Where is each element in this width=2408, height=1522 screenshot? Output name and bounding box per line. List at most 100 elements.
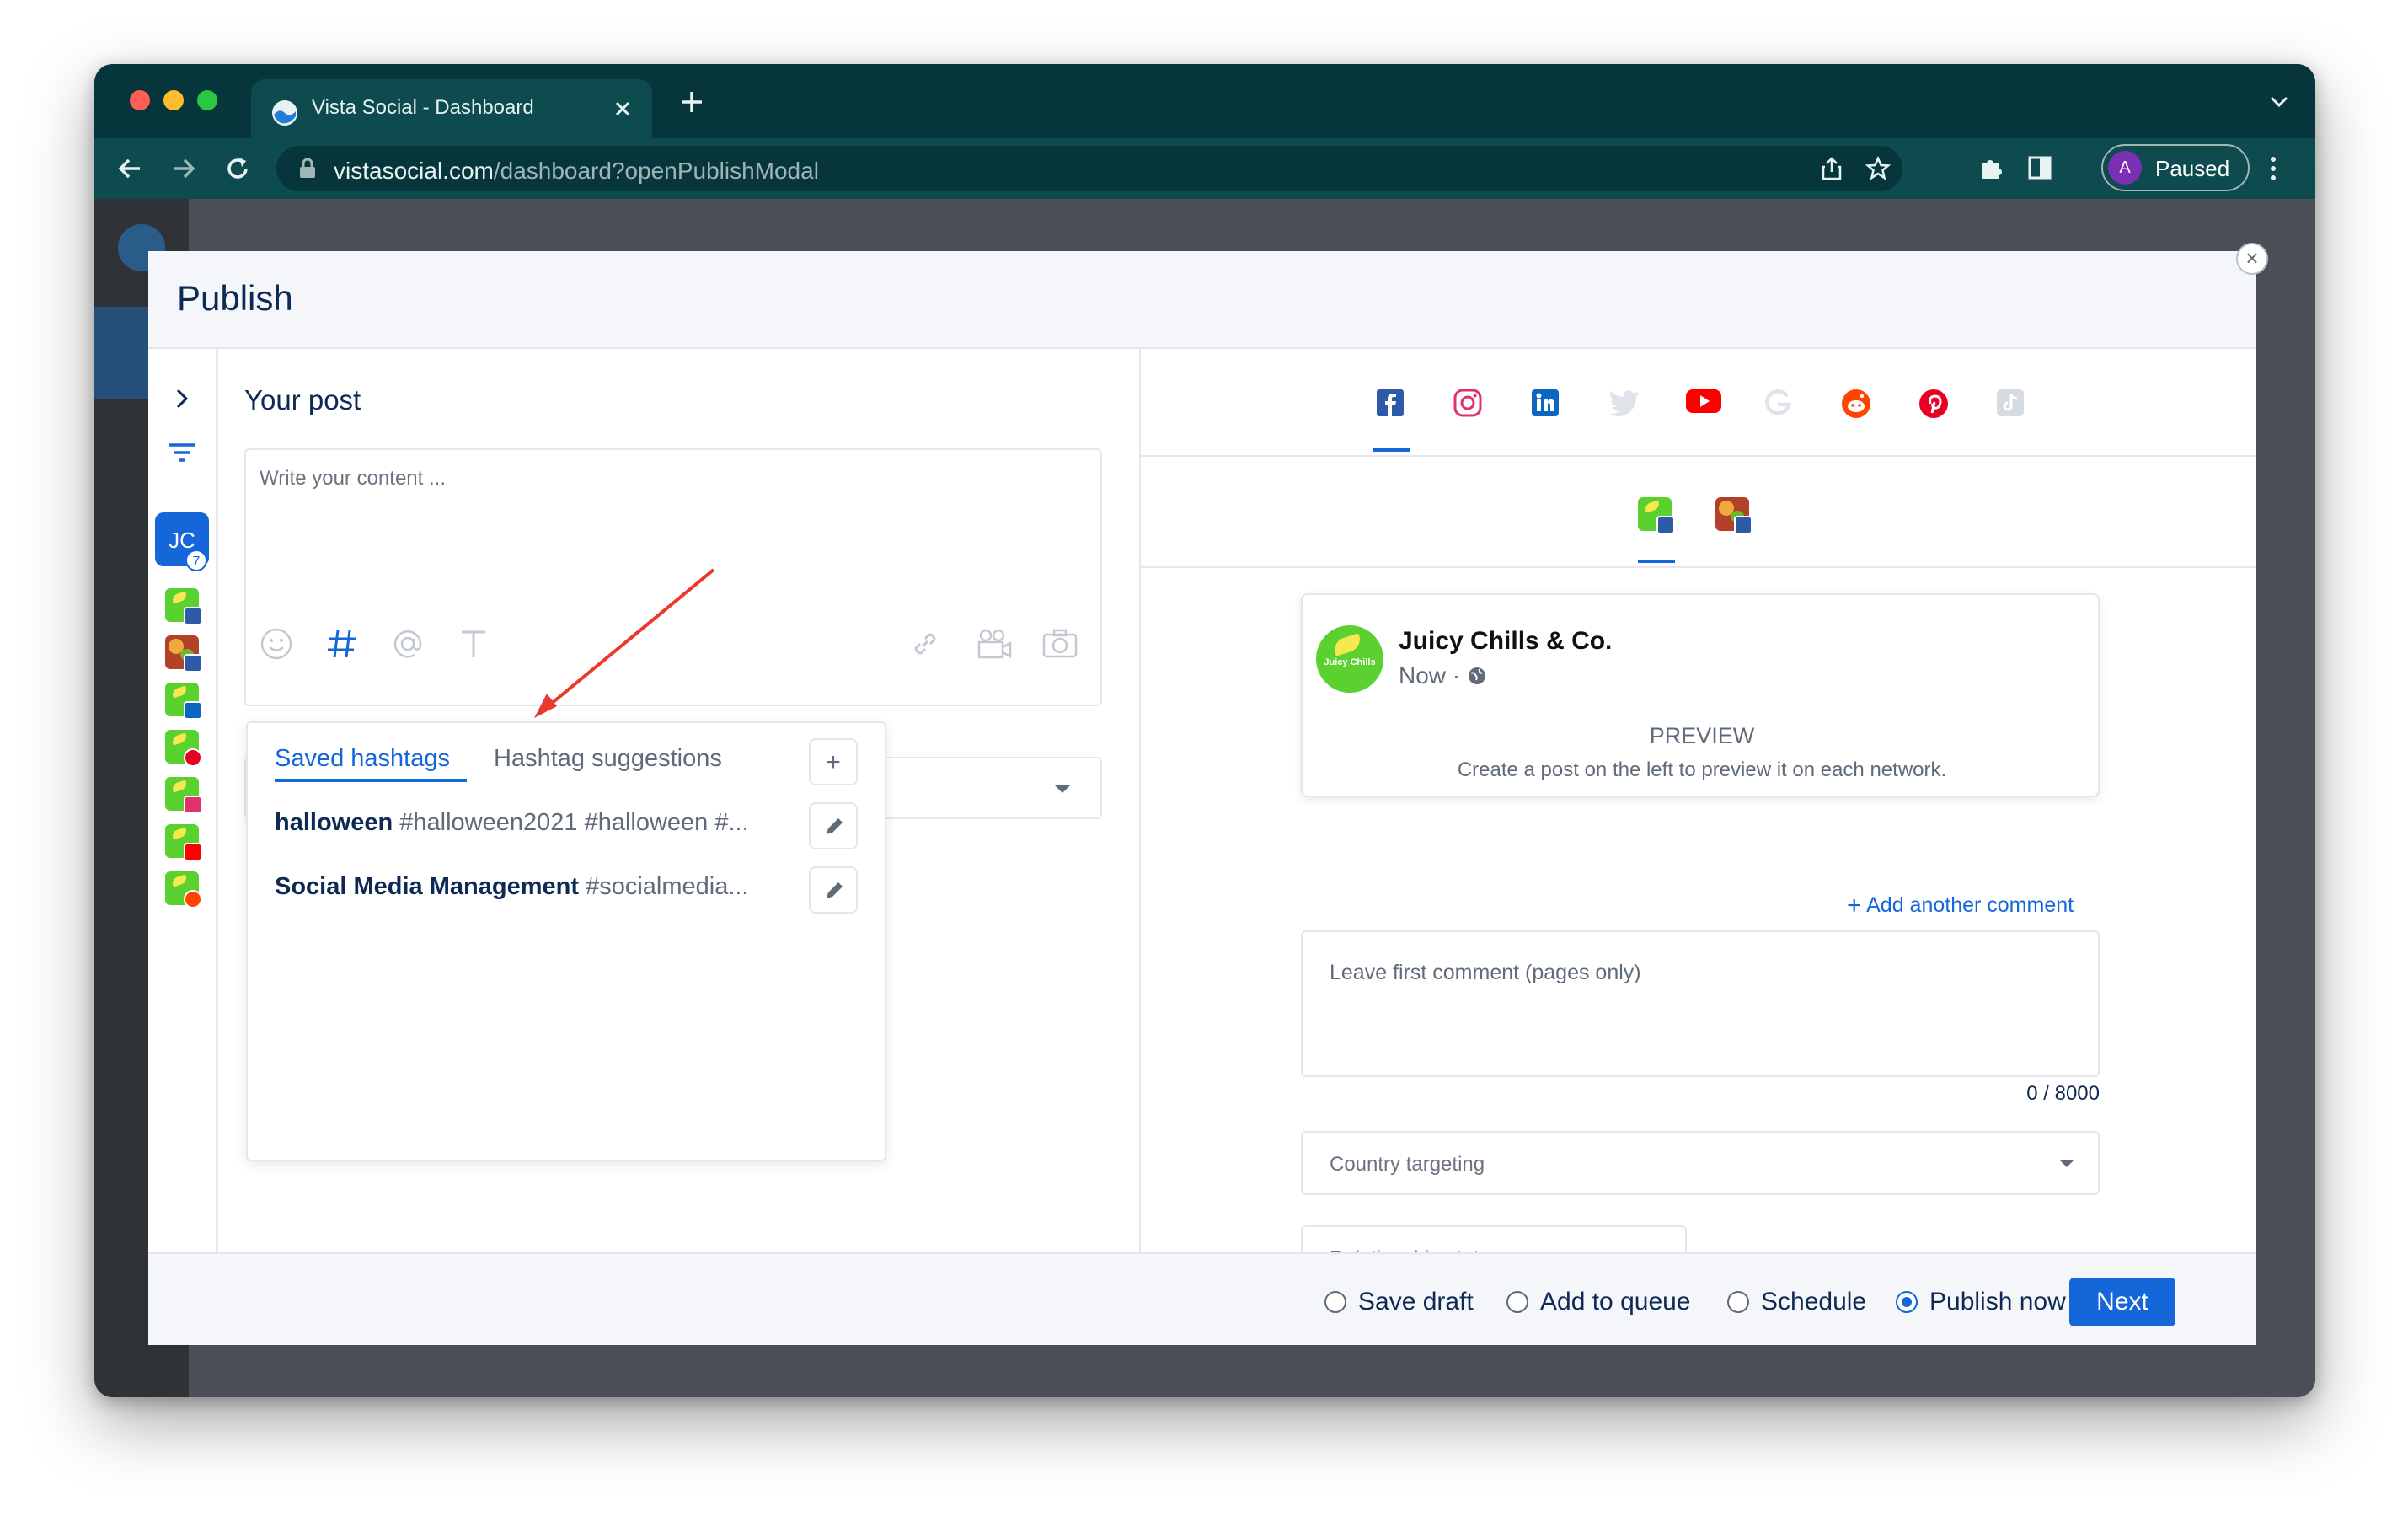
active-tab-underline [275, 779, 467, 782]
active-account-underline [1638, 560, 1675, 563]
browser-menu-icon[interactable] [2268, 155, 2278, 182]
add-comment-label: Add another comment [1866, 893, 2074, 917]
list-item[interactable]: halloween #halloween2021 #halloween #... [275, 809, 789, 837]
instagram-icon[interactable] [1453, 388, 1486, 421]
forward-icon[interactable] [170, 155, 197, 182]
close-tab-icon[interactable] [612, 98, 634, 120]
minimize-window-button[interactable] [163, 90, 184, 110]
globe-icon [1467, 666, 1487, 686]
add-to-queue-radio[interactable] [1506, 1291, 1528, 1313]
schedule-label[interactable]: Schedule [1761, 1288, 1866, 1316]
publish-now-radio[interactable] [1896, 1291, 1918, 1313]
hashtag-popover: Saved hashtags Hashtag suggestions + hal… [246, 721, 886, 1161]
account-linkedin[interactable] [165, 683, 202, 720]
publish-modal: Publish × JC 7 Your post Write your cont… [148, 243, 2268, 1345]
account-selector: JC 7 [148, 349, 218, 1252]
favicon-icon [271, 99, 298, 126]
page-title: Publish [177, 278, 293, 318]
reddit-icon[interactable] [1840, 388, 1874, 421]
tab-title: Vista Social - Dashboard [312, 96, 534, 119]
expand-chevron-icon[interactable] [170, 386, 194, 411]
preview-account-1[interactable] [1638, 497, 1675, 534]
next-button[interactable]: Next [2069, 1278, 2175, 1326]
youtube-icon[interactable] [1685, 388, 1721, 421]
profile-status: Paused [2155, 156, 2230, 181]
publish-now-label[interactable]: Publish now [1929, 1288, 2066, 1316]
linkedin-icon[interactable] [1530, 388, 1564, 421]
back-icon[interactable] [116, 155, 143, 182]
chevron-down-icon [2059, 1160, 2074, 1167]
account-youtube[interactable] [165, 824, 202, 861]
account-facebook-2[interactable] [165, 635, 202, 673]
facebook-icon[interactable] [1375, 388, 1409, 421]
camera-icon[interactable] [1041, 627, 1078, 661]
logo-text: Juicy Chills [1324, 657, 1376, 667]
share-icon[interactable] [1820, 156, 1843, 181]
hashtag-set-tags: #socialmedia... [586, 873, 749, 900]
address-bar[interactable]: vistasocial.com/dashboard?openPublishMod… [276, 146, 1902, 191]
tab-hashtag-suggestions[interactable]: Hashtag suggestions [494, 745, 722, 773]
list-item[interactable]: Social Media Management #socialmedia... [275, 873, 789, 901]
plus-icon: + [826, 748, 841, 776]
pinterest-icon[interactable] [1918, 388, 1951, 421]
add-comment-button[interactable]: + Add another comment [1847, 892, 2074, 920]
tiktok-icon[interactable] [1995, 388, 2029, 421]
extensions-icon[interactable] [1977, 155, 2004, 182]
link-icon[interactable] [908, 627, 942, 661]
close-window-button[interactable] [130, 90, 150, 110]
comment-placeholder: Leave first comment (pages only) [1330, 961, 1641, 984]
browser-window: Vista Social - Dashboard vistasocial.com… [94, 64, 2315, 1397]
new-tab-icon[interactable] [679, 89, 704, 115]
pencil-icon [822, 879, 846, 903]
hashtag-set-tags: #halloween2021 #halloween #... [399, 809, 749, 836]
twitter-icon[interactable] [1608, 388, 1641, 421]
annotation-arrow [534, 568, 715, 718]
video-icon[interactable] [976, 627, 1013, 661]
tab-saved-hashtags[interactable]: Saved hashtags [275, 745, 450, 773]
profile-button[interactable]: A Paused [2101, 144, 2250, 191]
hashtag-set-name: halloween [275, 809, 393, 836]
tab-search-chevron-icon[interactable] [2268, 94, 2290, 110]
avatar: A [2108, 151, 2142, 185]
network-tabs [1141, 349, 2256, 457]
preview-pane: Juicy Chills Juicy Chills & Co. Now · PR… [1141, 349, 2256, 1291]
first-comment-textarea[interactable]: Leave first comment (pages only) [1301, 930, 2100, 1077]
post-preview-card: Juicy Chills Juicy Chills & Co. Now · PR… [1301, 593, 2100, 797]
schedule-radio[interactable] [1727, 1291, 1749, 1313]
google-icon[interactable] [1763, 388, 1796, 421]
account-reddit[interactable] [165, 871, 202, 908]
preview-hint: Create a post on the left to preview it … [1457, 758, 1947, 781]
tab-bar: Vista Social - Dashboard [94, 64, 2315, 138]
browser-tab[interactable]: Vista Social - Dashboard [251, 79, 652, 138]
account-group-count: 7 [185, 549, 207, 571]
account-pinterest[interactable] [165, 730, 202, 767]
save-draft-label[interactable]: Save draft [1358, 1288, 1474, 1316]
chevron-down-icon [1055, 785, 1070, 793]
post-time-text: Now · [1399, 662, 1461, 689]
lock-icon [298, 158, 317, 180]
bookmark-star-icon[interactable] [1865, 156, 1891, 181]
reload-icon[interactable] [224, 155, 251, 182]
browser-toolbar: vistasocial.com/dashboard?openPublishMod… [94, 138, 2315, 199]
zoom-window-button[interactable] [197, 90, 217, 110]
add-to-queue-label[interactable]: Add to queue [1540, 1288, 1691, 1316]
edit-hashtag-button[interactable] [809, 802, 858, 849]
account-facebook-1[interactable] [165, 588, 202, 625]
account-instagram[interactable] [165, 777, 202, 814]
side-panel-icon[interactable] [2027, 155, 2052, 180]
edit-hashtag-button[interactable] [809, 866, 858, 914]
hashtag-set-name: Social Media Management [275, 873, 579, 900]
preview-account-2[interactable] [1715, 497, 1752, 534]
country-targeting-select[interactable]: Country targeting [1301, 1131, 2100, 1195]
modal-footer: Save draft Add to queue Schedule Publish… [148, 1252, 2256, 1345]
close-modal-button[interactable]: × [2236, 243, 2268, 275]
character-count: 0 / 8000 [2026, 1082, 2100, 1105]
post-time: Now · [1399, 662, 1487, 689]
filter-icon[interactable] [167, 442, 197, 464]
page-logo: Juicy Chills [1316, 625, 1383, 693]
save-draft-radio[interactable] [1324, 1291, 1346, 1313]
add-hashtag-button[interactable]: + [809, 738, 858, 785]
plus-icon: + [1847, 892, 1862, 919]
url-text: vistasocial.com/dashboard?openPublishMod… [334, 158, 819, 184]
pencil-icon [822, 815, 846, 839]
